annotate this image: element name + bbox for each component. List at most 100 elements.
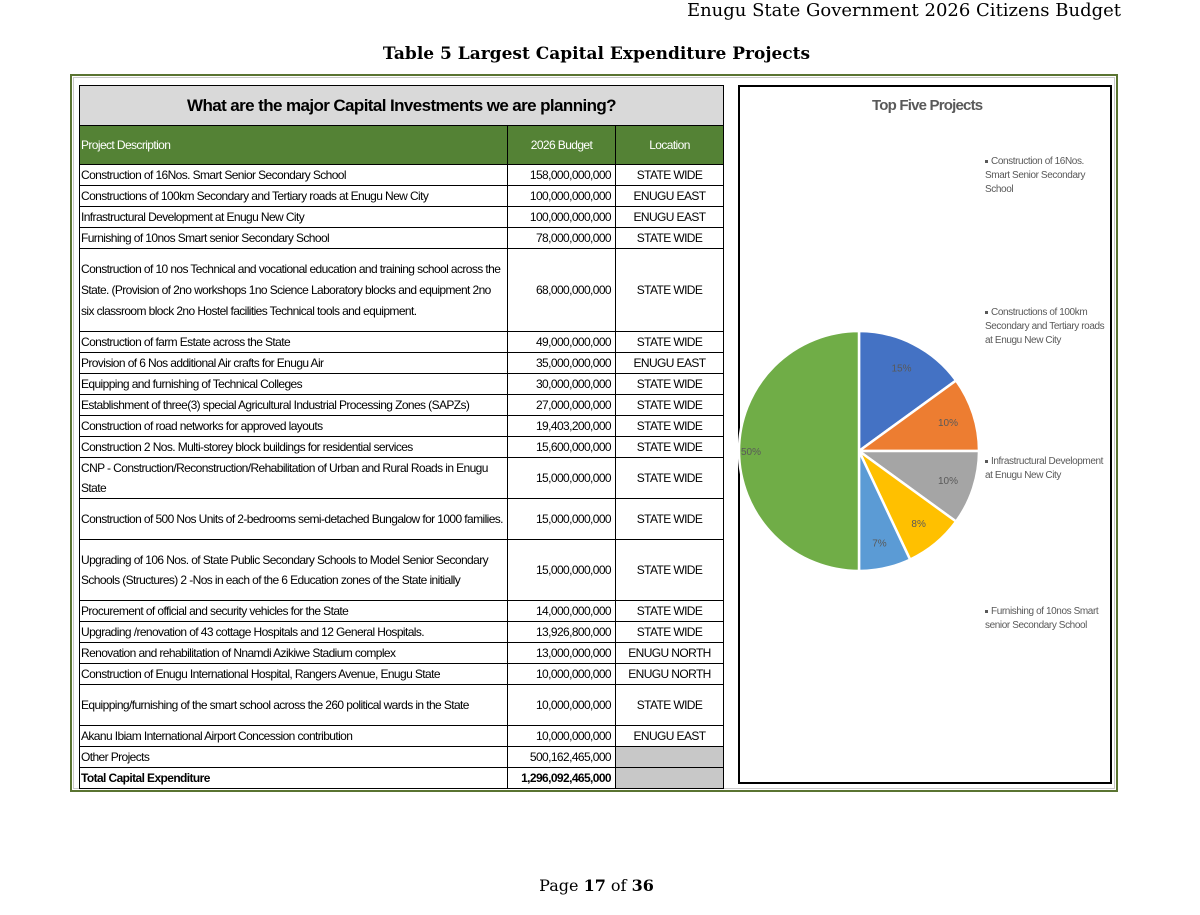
column-header-budget: 2026 Budget xyxy=(507,125,616,165)
legend-label: Furnishing of 10nos Smart senior Seconda… xyxy=(985,606,1099,631)
table-row: Establishment of three(3) special Agricu… xyxy=(79,394,724,416)
project-description: Infrastructural Development at Enugu New… xyxy=(79,206,508,228)
other-projects-budget: 500,162,465,000 xyxy=(507,746,616,768)
project-location: STATE WIDE xyxy=(615,415,724,437)
table-row: Upgrading of 106 Nos. of State Public Se… xyxy=(79,539,724,601)
project-description: Equipping/furnishing of the smart school… xyxy=(79,684,508,726)
project-description: Construction 2 Nos. Multi-storey block b… xyxy=(79,436,508,458)
project-location: STATE WIDE xyxy=(615,164,724,186)
project-description: Construction of road networks for approv… xyxy=(79,415,508,437)
project-description: Upgrading of 106 Nos. of State Public Se… xyxy=(79,539,508,601)
project-description: Construction of 10 nos Technical and voc… xyxy=(79,248,508,332)
project-budget: 100,000,000,000 xyxy=(507,206,616,228)
table-row: Constructions of 100km Secondary and Ter… xyxy=(79,185,724,207)
project-location: STATE WIDE xyxy=(615,600,724,622)
project-location: STATE WIDE xyxy=(615,539,724,601)
project-budget: 13,926,800,000 xyxy=(507,621,616,643)
project-description: CNP - Construction/Reconstruction/Rehabi… xyxy=(79,457,508,499)
project-budget: 27,000,000,000 xyxy=(507,394,616,416)
project-budget: 78,000,000,000 xyxy=(507,227,616,249)
table-row: Procurement of official and security veh… xyxy=(79,600,724,622)
legend-marker xyxy=(985,459,988,463)
document-title: Table 5 Largest Capital Expenditure Proj… xyxy=(382,44,811,64)
table-row: Construction of Enugu International Hosp… xyxy=(79,663,724,685)
project-description: Akanu Ibiam International Airport Conces… xyxy=(79,725,508,747)
table-row: Construction of 16Nos. Smart Senior Seco… xyxy=(79,164,724,186)
table-row: Construction of 10 nos Technical and voc… xyxy=(79,248,724,332)
document-header: Enugu State Government 2026 Citizens Bud… xyxy=(686,0,1121,21)
project-description: Construction of 16Nos. Smart Senior Seco… xyxy=(79,164,508,186)
footer-prefix: Page xyxy=(539,876,584,895)
project-budget: 15,600,000,000 xyxy=(507,436,616,458)
legend-label: Infrastructural Development at Enugu New… xyxy=(985,456,1104,481)
total-row: Total Capital Expenditure 1,296,092,465,0… xyxy=(79,767,724,789)
project-budget: 10,000,000,000 xyxy=(507,663,616,685)
project-location: ENUGU EAST xyxy=(615,352,724,374)
table-banner-row: What are the major Capital Investments w… xyxy=(79,85,724,126)
project-location: STATE WIDE xyxy=(615,684,724,726)
project-location: ENUGU EAST xyxy=(615,206,724,228)
project-location: ENUGU EAST xyxy=(615,725,724,747)
table-row: Akanu Ibiam International Airport Conces… xyxy=(79,725,724,747)
project-description: Construction of Enugu International Hosp… xyxy=(79,663,508,685)
column-header-location: Location xyxy=(615,125,724,165)
project-budget: 15,000,000,000 xyxy=(507,498,616,540)
other-projects-label: Other Projects xyxy=(79,746,508,768)
total-location-empty xyxy=(615,767,724,789)
project-budget: 158,000,000,000 xyxy=(507,164,616,186)
project-location: STATE WIDE xyxy=(615,373,724,395)
project-location: ENUGU NORTH xyxy=(615,642,724,664)
project-budget: 19,403,200,000 xyxy=(507,415,616,437)
project-description: Renovation and rehabilitation of Nnamdi … xyxy=(79,642,508,664)
legend-marker xyxy=(985,159,988,163)
chart-title: Top Five Projects xyxy=(872,97,983,114)
other-projects-row: Other Projects 500,162,465,000 xyxy=(79,746,724,768)
project-description: Construction of farm Estate across the S… xyxy=(79,331,508,353)
total-budget: 1,296,092,465,000 xyxy=(507,767,616,789)
project-description: Procurement of official and security veh… xyxy=(79,600,508,622)
table-row: CNP - Construction/Reconstruction/Rehabi… xyxy=(79,457,724,499)
project-location: STATE WIDE xyxy=(615,621,724,643)
project-description: Establishment of three(3) special Agricu… xyxy=(79,394,508,416)
table-row: Equipping/furnishing of the smart school… xyxy=(79,684,724,726)
other-projects-location-empty xyxy=(615,746,724,768)
table-row: Construction of road networks for approv… xyxy=(79,415,724,437)
legend-item: Furnishing of 10nos Smart senior Seconda… xyxy=(985,605,1107,633)
legend-label: Construction of 16Nos. Smart Senior Seco… xyxy=(985,156,1086,195)
legend-marker xyxy=(985,609,988,613)
project-location: STATE WIDE xyxy=(615,331,724,353)
project-description: Upgrading /renovation of 43 cottage Hosp… xyxy=(79,621,508,643)
project-description: Equipping and furnishing of Technical Co… xyxy=(79,373,508,395)
legend-item: Construction of 16Nos. Smart Senior Seco… xyxy=(985,155,1107,197)
project-budget: 35,000,000,000 xyxy=(507,352,616,374)
table-row: Furnishing of 10nos Smart senior Seconda… xyxy=(79,227,724,249)
legend-item: Constructions of 100km Secondary and Ter… xyxy=(985,306,1107,348)
project-budget: 13,000,000,000 xyxy=(507,642,616,664)
project-location: STATE WIDE xyxy=(615,227,724,249)
table-row: Equipping and furnishing of Technical Co… xyxy=(79,373,724,395)
project-description: Construction of 500 Nos Units of 2-bedro… xyxy=(79,498,508,540)
project-budget: 30,000,000,000 xyxy=(507,373,616,395)
project-location: STATE WIDE xyxy=(615,457,724,499)
table-row: Construction of farm Estate across the S… xyxy=(79,331,724,353)
project-location: ENUGU EAST xyxy=(615,185,724,207)
footer-of: of xyxy=(605,876,632,895)
table-row: Upgrading /renovation of 43 cottage Hosp… xyxy=(79,621,724,643)
project-location: STATE WIDE xyxy=(615,248,724,332)
table-row: Construction of 500 Nos Units of 2-bedro… xyxy=(79,498,724,540)
project-budget: 10,000,000,000 xyxy=(507,684,616,726)
capital-projects-table: What are the major Capital Investments w… xyxy=(79,85,724,789)
project-location: STATE WIDE xyxy=(615,498,724,540)
table-header-row: Project Description 2026 Budget Location xyxy=(79,125,724,165)
table-row: Renovation and rehabilitation of Nnamdi … xyxy=(79,642,724,664)
legend-label: Constructions of 100km Secondary and Ter… xyxy=(985,307,1105,346)
project-description: Provision of 6 Nos additional Air crafts… xyxy=(79,352,508,374)
table-row: Construction 2 Nos. Multi-storey block b… xyxy=(79,436,724,458)
table-row: Infrastructural Development at Enugu New… xyxy=(79,206,724,228)
project-description: Furnishing of 10nos Smart senior Seconda… xyxy=(79,227,508,249)
project-budget: 49,000,000,000 xyxy=(507,331,616,353)
project-budget: 15,000,000,000 xyxy=(507,457,616,499)
project-budget: 68,000,000,000 xyxy=(507,248,616,332)
legend-item: Infrastructural Development at Enugu New… xyxy=(985,455,1107,483)
project-budget: 15,000,000,000 xyxy=(507,539,616,601)
